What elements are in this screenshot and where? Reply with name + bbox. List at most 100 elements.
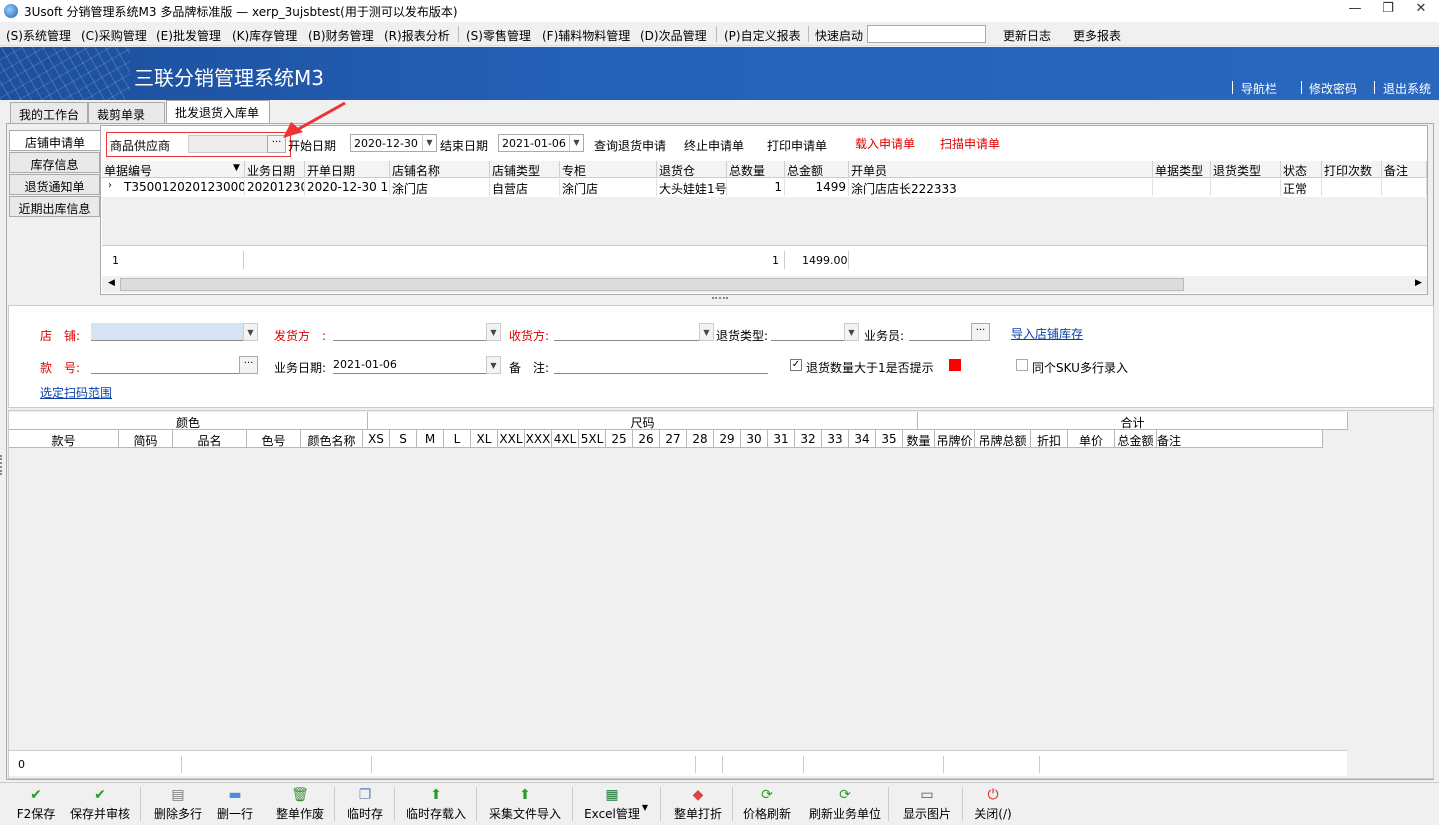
menu-more-reports[interactable]: 更多报表	[1073, 27, 1121, 44]
menu-system[interactable]: (S)系统管理	[6, 27, 71, 44]
menu-inventory[interactable]: (K)库存管理	[232, 27, 297, 44]
column-header[interactable]: 单据类型	[1153, 161, 1211, 178]
table-cell[interactable]	[1382, 179, 1427, 196]
column-header[interactable]: 颜色名称	[301, 430, 363, 448]
remark-input[interactable]	[554, 356, 768, 374]
style-no-input[interactable]	[91, 356, 239, 374]
store-input[interactable]	[91, 323, 243, 341]
chevron-down-icon[interactable]: ▼	[243, 323, 258, 341]
scroll-left-icon[interactable]: ◀	[108, 278, 115, 288]
change-password-link[interactable]: 修改密码	[1309, 80, 1357, 97]
splitter-handle[interactable]	[712, 297, 728, 301]
table-cell[interactable]: 涂门店	[390, 179, 490, 196]
menu-materials[interactable]: (F)辅料物料管理	[542, 27, 630, 44]
side-tab-stock-info[interactable]: 库存信息	[9, 152, 100, 173]
column-header[interactable]: 吊牌价	[935, 430, 975, 448]
chevron-down-icon[interactable]: ▼	[844, 323, 859, 341]
side-tab-return-notice[interactable]: 退货通知单	[9, 174, 100, 195]
table-cell[interactable]: 大头娃娃1号	[657, 179, 727, 196]
style-browse-button[interactable]: ···	[239, 356, 258, 374]
end-date-picker[interactable]: 2021-01-06 ▼	[498, 134, 584, 152]
column-header[interactable]: 25	[606, 430, 633, 448]
toolbar-button-11[interactable]: ⟳ 价格刷新	[736, 783, 798, 825]
table-cell[interactable]	[1211, 179, 1281, 196]
column-header[interactable]: XL	[471, 430, 498, 448]
column-header[interactable]: 30	[741, 430, 768, 448]
menu-retail[interactable]: (S)零售管理	[466, 27, 531, 44]
toolbar-button-7[interactable]: ⬆ 临时存载入	[396, 783, 476, 825]
sender-input[interactable]	[333, 323, 486, 341]
biz-date-input[interactable]: 2021-01-06	[333, 356, 486, 374]
qty-warn-checkbox[interactable]: ✓	[790, 359, 802, 371]
column-header[interactable]: 33	[822, 430, 849, 448]
column-header[interactable]: XXL	[498, 430, 525, 448]
terminate-request-button[interactable]: 终止申请单	[684, 137, 744, 154]
multi-sku-checkbox[interactable]	[1016, 359, 1028, 371]
chevron-down-icon[interactable]: ▼	[422, 135, 436, 151]
menu-wholesale[interactable]: (E)批发管理	[156, 27, 221, 44]
logout-link[interactable]: 退出系统	[1383, 80, 1431, 97]
column-header[interactable]: 总金额	[785, 161, 849, 178]
table-cell[interactable]	[1153, 179, 1211, 196]
column-header[interactable]: 26	[633, 430, 660, 448]
column-header[interactable]: 退货类型	[1211, 161, 1281, 178]
column-header[interactable]: 总数量	[727, 161, 785, 178]
quick-launch-input[interactable]	[867, 25, 986, 43]
supplier-input[interactable]	[188, 135, 268, 153]
salesman-browse-button[interactable]: ···	[971, 323, 990, 341]
column-header[interactable]: 吊牌总额	[975, 430, 1031, 448]
query-return-request-button[interactable]: 查询退货申请	[594, 137, 666, 154]
table-cell[interactable]	[1322, 179, 1382, 196]
toolbar-button-8[interactable]: ⬆ 采集文件导入	[480, 783, 570, 825]
tab-cutting-entry[interactable]: 裁剪单录入	[88, 102, 165, 139]
salesman-input[interactable]	[909, 323, 971, 341]
table-cell[interactable]: 1	[727, 179, 785, 196]
column-header[interactable]: 数量	[903, 430, 935, 448]
chevron-down-icon[interactable]: ▼	[486, 323, 501, 341]
scrollbar-thumb[interactable]	[120, 278, 1184, 291]
table-cell[interactable]: 涂门店店长222333	[849, 179, 1153, 196]
side-splitter-handle[interactable]	[0, 455, 5, 475]
column-header[interactable]: 单据编号	[102, 161, 245, 178]
column-header[interactable]: 折扣	[1031, 430, 1068, 448]
chevron-down-icon[interactable]: ▼	[699, 323, 714, 341]
column-header[interactable]: S	[390, 430, 417, 448]
table-cell[interactable]: 正常	[1281, 179, 1322, 196]
column-header[interactable]: 打印次数	[1322, 161, 1382, 178]
column-header[interactable]: XS	[363, 430, 390, 448]
column-header[interactable]: 单价	[1068, 430, 1115, 448]
toolbar-button-4[interactable]: ▬ 删一行	[212, 783, 258, 825]
toolbar-button-6[interactable]: ❐ 临时存	[336, 783, 394, 825]
chevron-down-icon[interactable]: ▼	[642, 803, 648, 812]
column-header[interactable]: 32	[795, 430, 822, 448]
toolbar-button-12[interactable]: ⟳ 刷新业务单位	[802, 783, 888, 825]
column-header[interactable]: 退货仓	[657, 161, 727, 178]
column-header[interactable]: 34	[849, 430, 876, 448]
table-cell[interactable]: 自营店	[490, 179, 560, 196]
start-date-picker[interactable]: 2020-12-30 ▼	[350, 134, 437, 152]
column-header[interactable]: 备注	[1157, 430, 1323, 448]
column-header[interactable]: 27	[660, 430, 687, 448]
toolbar-button-1[interactable]: ✔ F2保存	[6, 783, 66, 825]
column-header[interactable]: 色号	[247, 430, 301, 448]
close-icon[interactable]: ✕	[1406, 1, 1436, 21]
column-header[interactable]: 28	[687, 430, 714, 448]
column-header[interactable]: 29	[714, 430, 741, 448]
horizontal-scrollbar[interactable]: ◀ ▶	[102, 276, 1427, 293]
toolbar-button-9[interactable]: ▦ Excel管理 ▼	[576, 783, 648, 825]
return-type-input[interactable]	[771, 323, 844, 341]
column-header[interactable]: 31	[768, 430, 795, 448]
menu-custom-reports[interactable]: (P)自定义报表	[724, 27, 801, 44]
menu-update-log[interactable]: 更新日志	[1003, 27, 1051, 44]
chevron-down-icon[interactable]: ▼	[486, 356, 501, 374]
table-cell[interactable]: 1499	[785, 179, 849, 196]
column-header[interactable]: 店铺名称	[390, 161, 490, 178]
side-tab-store-request[interactable]: 店铺申请单	[9, 130, 100, 151]
column-header[interactable]: 总金额	[1115, 430, 1157, 448]
column-header[interactable]: 简码	[119, 430, 173, 448]
menu-finance[interactable]: (B)财务管理	[308, 27, 374, 44]
toolbar-button-13[interactable]: ▭ 显示图片	[892, 783, 962, 825]
menu-purchase[interactable]: (C)采购管理	[81, 27, 147, 44]
filter-icon[interactable]: ▼	[233, 163, 240, 173]
column-header[interactable]: 状态	[1281, 161, 1322, 178]
